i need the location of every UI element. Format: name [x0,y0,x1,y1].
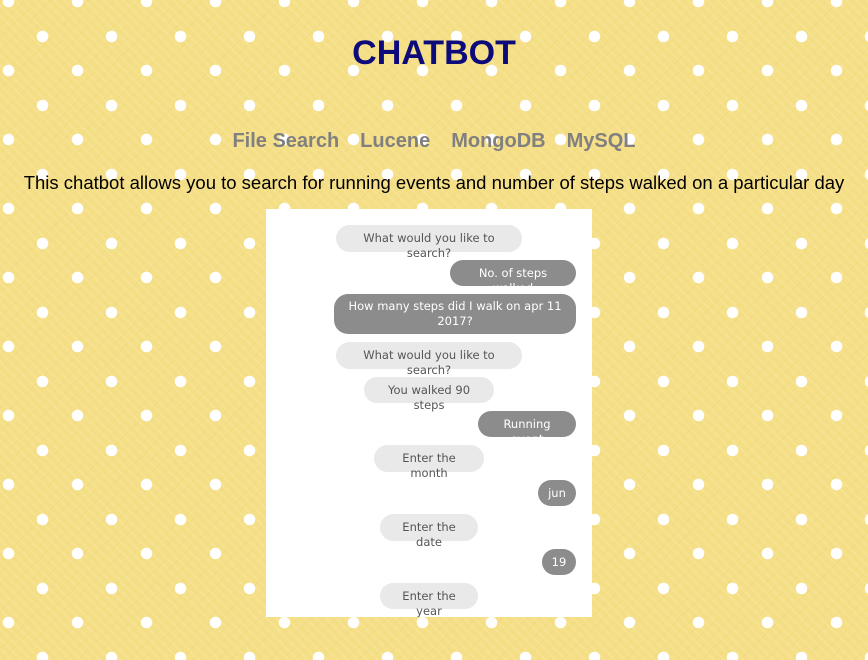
bot-message: What would you like to search? [336,225,522,260]
user-message: How many steps did I walk on apr 11 2017… [334,294,576,334]
bot-message: You walked 90 steps [364,377,494,412]
nav-bar: File Search Lucene MongoDB MySQL [0,130,868,153]
bot-message: Enter the date [380,514,478,549]
bot-message: What would you like to search? [336,342,522,377]
user-message: No. of steps walked [450,260,576,295]
page-description: This chatbot allows you to search for ru… [23,172,845,193]
nav-link-mysql[interactable]: MySQL [567,130,636,153]
page-title: CHATBOT [352,34,516,72]
user-message: jun [538,480,576,506]
bot-message: Enter the month [374,445,484,480]
user-message: Running event [478,411,576,446]
user-message: 19 [542,549,576,575]
nav-link-file-search[interactable]: File Search [232,130,339,153]
nav-link-lucene[interactable]: Lucene [360,130,430,153]
bot-message: Enter the year [380,583,478,617]
nav-link-mongodb[interactable]: MongoDB [451,130,545,153]
chat-panel[interactable]: What would you like to search? No. of st… [266,209,592,617]
